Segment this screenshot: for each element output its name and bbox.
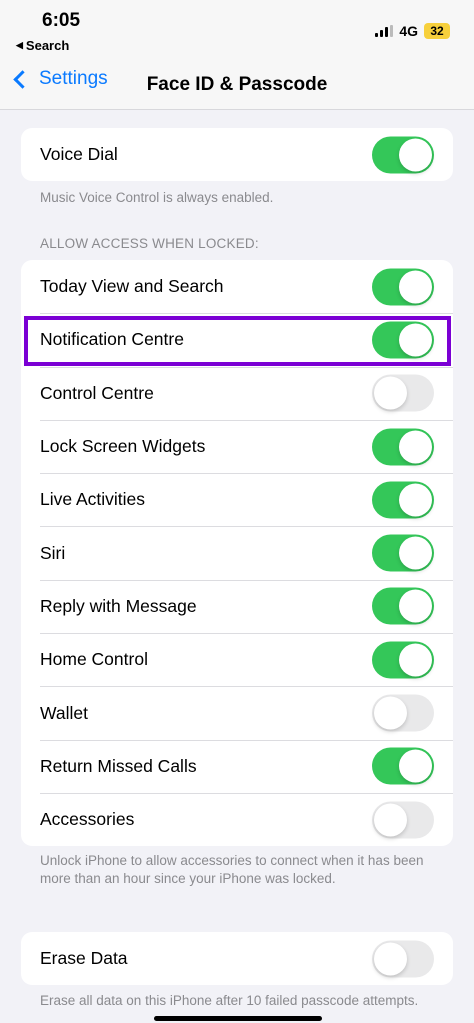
- setting-row-today-view-and-search: Today View and Search: [21, 260, 453, 313]
- setting-label: Accessories: [40, 809, 135, 830]
- setting-row-siri: Siri: [21, 526, 453, 579]
- signal-icon: [375, 25, 394, 37]
- setting-row-home-control: Home Control: [21, 633, 453, 686]
- control-centre-toggle[interactable]: [372, 374, 434, 412]
- setting-label: Notification Centre: [40, 329, 184, 350]
- setting-label: Reply with Message: [40, 595, 197, 616]
- network-type: 4G: [399, 23, 418, 39]
- erase-data-label: Erase Data: [40, 948, 128, 969]
- status-time: 6:05: [42, 10, 81, 31]
- back-triangle-icon: ◀: [16, 40, 23, 50]
- live-activities-toggle[interactable]: [372, 481, 434, 519]
- setting-label: Siri: [40, 542, 66, 563]
- setting-row-control-centre: Control Centre: [21, 366, 453, 420]
- setting-label: Home Control: [40, 649, 148, 670]
- lock-screen-widgets-toggle[interactable]: [372, 428, 434, 466]
- setting-row-reply-with-message: Reply with Message: [21, 579, 453, 633]
- setting-row-live-activities: Live Activities: [21, 473, 453, 526]
- status-bar: 6:05 ◀ Search 4G 32: [0, 0, 474, 60]
- accessories-toggle[interactable]: [372, 801, 434, 839]
- voice-dial-label: Voice Dial: [40, 144, 118, 165]
- setting-row-accessories: Accessories: [21, 792, 453, 846]
- erase-data-group: Erase Data: [21, 932, 453, 986]
- erase-data-row: Erase Data: [21, 932, 453, 985]
- accessories-footer: Unlock iPhone to allow accessories to co…: [40, 853, 424, 886]
- notification-centre-toggle[interactable]: [372, 321, 434, 359]
- locked-access-group: Today View and Search Notification Centre…: [21, 260, 453, 847]
- setting-row-lock-screen-widgets: Lock Screen Widgets: [21, 419, 453, 473]
- erase-data-toggle[interactable]: [372, 940, 434, 978]
- voice-dial-row: Voice Dial: [21, 128, 453, 181]
- page-title: Face ID & Passcode: [146, 74, 328, 95]
- status-indicators: 4G 32: [375, 23, 450, 39]
- setting-label: Control Centre: [40, 382, 154, 403]
- voice-dial-footer: Music Voice Control is always enabled.: [40, 190, 274, 205]
- setting-label: Live Activities: [40, 489, 146, 510]
- setting-label: Today View and Search: [40, 276, 224, 297]
- return-missed-calls-toggle[interactable]: [372, 747, 434, 785]
- setting-row-wallet: Wallet: [21, 686, 453, 739]
- battery-icon: 32: [424, 23, 450, 39]
- setting-label: Wallet: [40, 702, 88, 723]
- section-header-locked: ALLOW ACCESS WHEN LOCKED:: [40, 236, 259, 251]
- wallet-toggle[interactable]: [372, 694, 434, 732]
- back-app-label: Search: [25, 38, 70, 53]
- reply-with-message-toggle[interactable]: [372, 587, 434, 625]
- setting-label: Return Missed Calls: [40, 755, 197, 776]
- voice-dial-toggle[interactable]: [372, 136, 434, 174]
- setting-row-return-missed-calls: Return Missed Calls: [21, 739, 453, 793]
- navigation-bar: Settings Face ID & Passcode: [0, 60, 474, 110]
- siri-toggle[interactable]: [372, 534, 434, 572]
- home-control-toggle[interactable]: [372, 641, 434, 679]
- home-indicator: [154, 1016, 322, 1021]
- today-view-and-search-toggle[interactable]: [372, 268, 434, 306]
- voice-dial-group: Voice Dial: [21, 128, 453, 182]
- setting-row-notification-centre: Notification Centre: [21, 313, 453, 366]
- setting-label: Lock Screen Widgets: [40, 436, 206, 457]
- erase-data-footer: Erase all data on this iPhone after 10 f…: [40, 993, 419, 1008]
- back-to-app-link[interactable]: ◀ Search: [16, 38, 69, 53]
